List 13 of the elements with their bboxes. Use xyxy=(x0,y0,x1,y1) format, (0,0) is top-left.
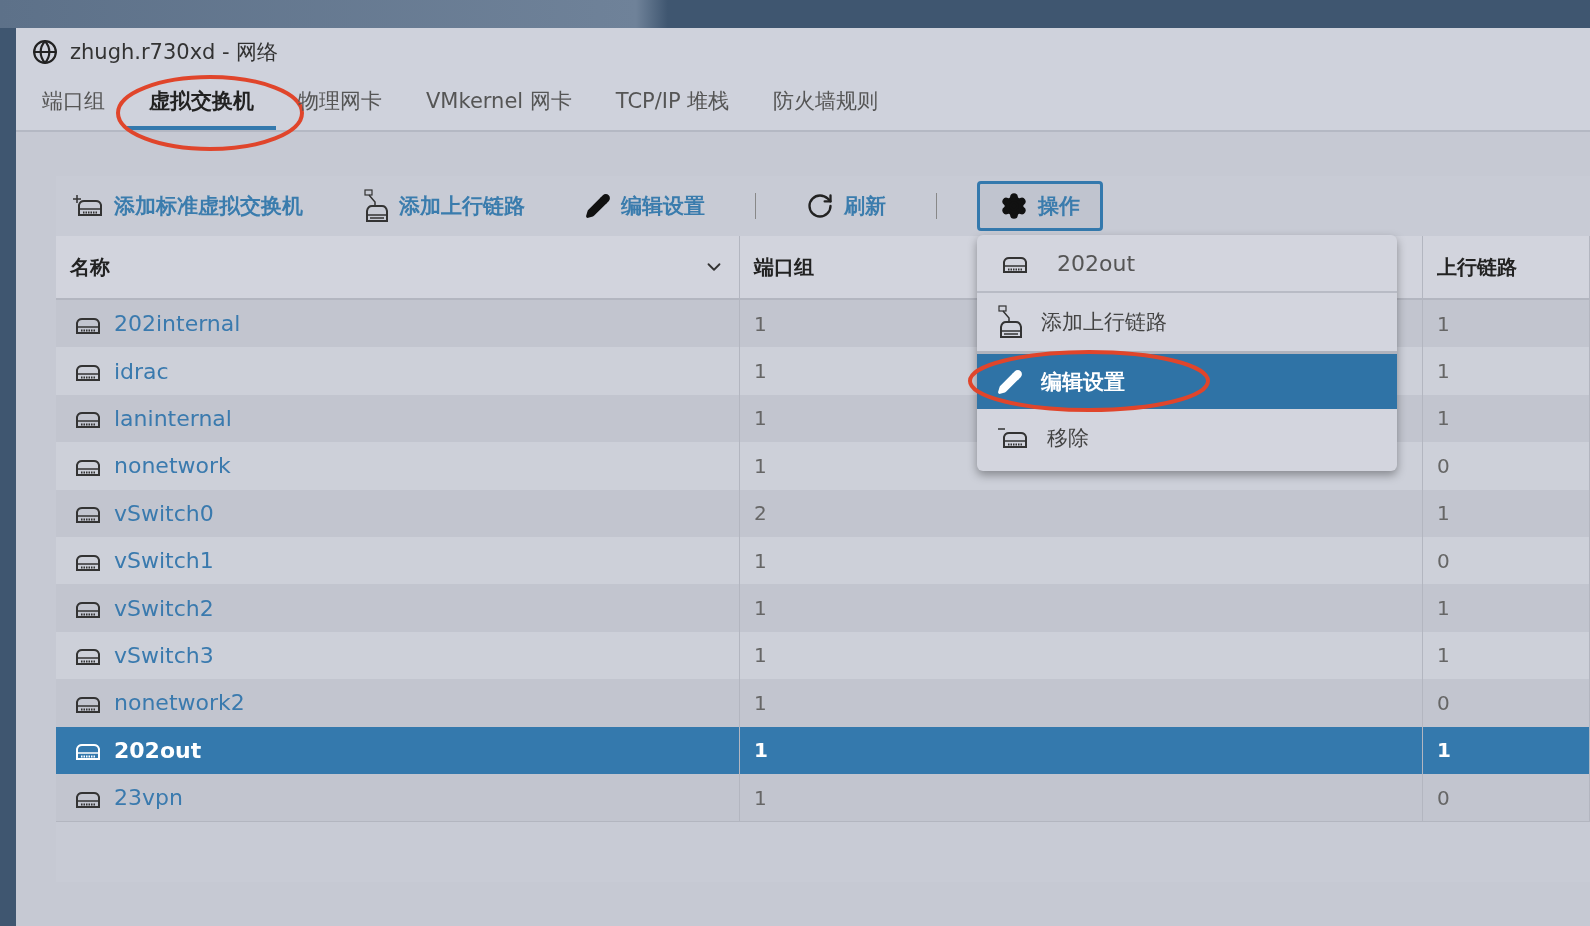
table-cell: 1 xyxy=(1423,584,1590,632)
table-cell: 1 xyxy=(1423,347,1590,395)
column-title: 名称 xyxy=(70,253,110,281)
table-cell: 1 xyxy=(740,679,1423,727)
table-cell: 2 xyxy=(740,489,1423,537)
table-cell: 1 xyxy=(740,726,1423,774)
menu-title: 202out xyxy=(1057,250,1136,276)
table-cell: 1 xyxy=(1423,489,1590,537)
table-cell: 1 xyxy=(740,584,1423,632)
table-cell: 1 xyxy=(1423,726,1590,774)
window-title: zhugh.r730xd - 网络 xyxy=(70,39,279,66)
table-cell: 0 xyxy=(1423,679,1590,727)
table-cell: 0 xyxy=(1423,442,1590,490)
